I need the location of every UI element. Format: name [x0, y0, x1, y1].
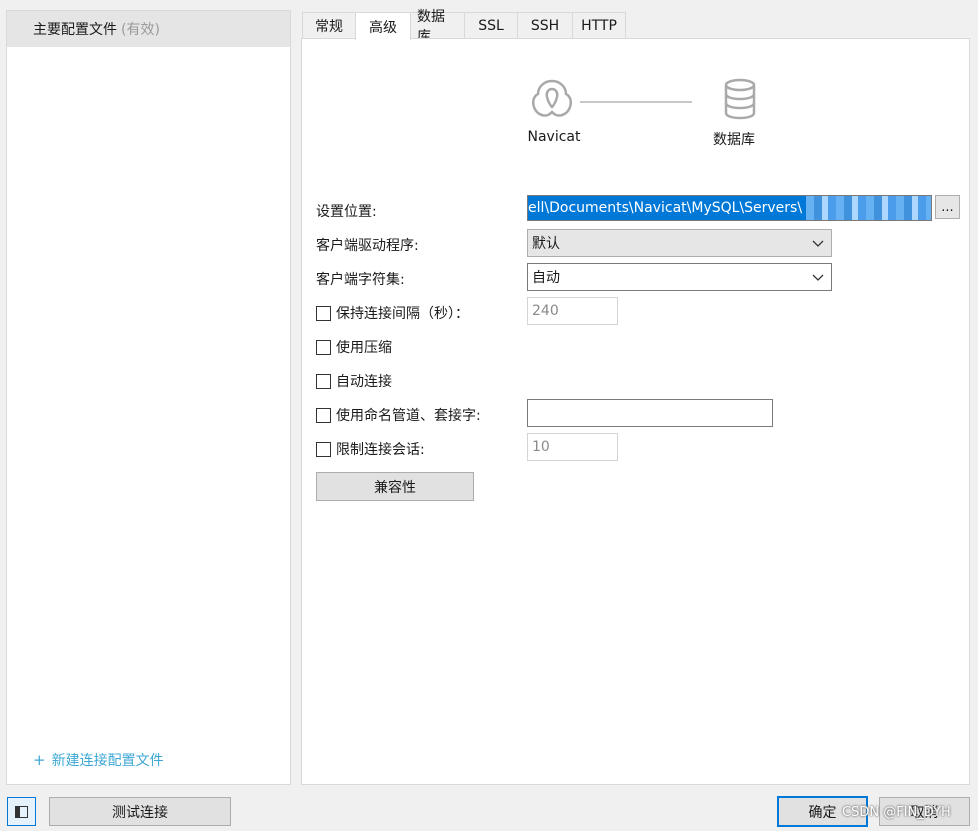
compression-checkbox-row[interactable]: 使用压缩 — [316, 337, 392, 357]
limit-sessions-checkbox[interactable] — [316, 441, 331, 457]
limit-sessions-input[interactable]: 10 — [527, 433, 618, 461]
tab-http[interactable]: HTTP — [572, 12, 626, 38]
profile-status: (有效) — [121, 22, 160, 38]
client-driver-select[interactable]: 默认 — [527, 229, 832, 257]
plus-icon: + — [33, 751, 46, 769]
named-pipe-checkbox[interactable] — [316, 407, 331, 423]
navicat-label: Navicat — [527, 129, 581, 145]
chevron-down-icon — [812, 274, 824, 281]
keepalive-checkbox[interactable] — [316, 305, 331, 321]
browse-button[interactable]: ... — [935, 195, 960, 219]
profile-list-panel: 主要配置文件 (有效) + 新建连接配置文件 — [6, 10, 291, 785]
client-charset-label: 客户端字符集: — [316, 272, 405, 288]
tab-general[interactable]: 常规 — [302, 12, 356, 38]
connection-diagram: Navicat 数据库 — [514, 77, 764, 197]
keepalive-interval-input[interactable]: 240 — [527, 297, 618, 325]
auto-connect-checkbox-row[interactable]: 自动连接 — [316, 371, 392, 391]
limit-sessions-value: 10 — [532, 439, 550, 455]
database-label: 数据库 — [713, 132, 755, 148]
compression-checkbox[interactable] — [316, 339, 331, 355]
keepalive-interval-value: 240 — [532, 303, 559, 319]
named-pipe-checkbox-row[interactable]: 使用命名管道、套接字: — [316, 405, 481, 425]
limit-sessions-checkbox-row[interactable]: 限制连接会话: — [316, 439, 425, 459]
compression-label: 使用压缩 — [336, 340, 392, 356]
database-icon — [724, 78, 756, 120]
profile-item-main[interactable]: 主要配置文件 (有效) — [7, 11, 290, 47]
client-charset-value: 自动 — [532, 270, 560, 286]
client-driver-label: 客户端驱动程序: — [316, 238, 419, 254]
toggle-sidebar-button[interactable] — [7, 797, 36, 826]
tab-advanced[interactable]: 高级 — [355, 12, 411, 40]
new-profile-label: 新建连接配置文件 — [51, 753, 164, 769]
keepalive-label: 保持连接间隔（秒）： — [336, 306, 469, 322]
sidebar-toggle-icon — [15, 805, 28, 818]
limit-sessions-label: 限制连接会话: — [336, 442, 425, 458]
test-connection-button[interactable]: 测试连接 — [49, 797, 231, 826]
client-driver-value: 默认 — [532, 236, 560, 252]
tab-databases[interactable]: 数据库 — [410, 9, 465, 45]
navicat-logo-icon — [531, 79, 573, 117]
auto-connect-checkbox[interactable] — [316, 373, 331, 389]
auto-connect-label: 自动连接 — [336, 374, 392, 390]
client-charset-select[interactable]: 自动 — [527, 263, 832, 291]
profile-name: 主要配置文件 — [33, 22, 117, 38]
watermark: CSDN @FIN_DYH — [842, 805, 951, 820]
settings-location-value: ell\Documents\Navicat\MySQL\Servers\ — [528, 196, 807, 220]
connection-line — [580, 101, 692, 103]
redacted-path-segment — [806, 196, 931, 220]
tab-ssh[interactable]: SSH — [517, 12, 573, 38]
compatibility-button[interactable]: 兼容性 — [316, 472, 474, 501]
new-profile-link[interactable]: + 新建连接配置文件 — [33, 750, 164, 770]
settings-location-input[interactable]: ell\Documents\Navicat\MySQL\Servers\ — [527, 195, 932, 221]
tab-ssl[interactable]: SSL — [464, 12, 518, 38]
chevron-down-icon — [812, 240, 824, 247]
named-pipe-label: 使用命名管道、套接字: — [336, 408, 481, 424]
keepalive-checkbox-row[interactable]: 保持连接间隔（秒）： — [316, 303, 469, 323]
settings-location-label: 设置位置: — [316, 204, 377, 220]
tab-bar: 常规 高级 数据库 SSL SSH HTTP — [302, 9, 626, 45]
advanced-settings-panel: Navicat 数据库 设置位置: ell\Documents\Navicat\… — [301, 38, 970, 785]
named-pipe-input[interactable] — [527, 399, 773, 427]
